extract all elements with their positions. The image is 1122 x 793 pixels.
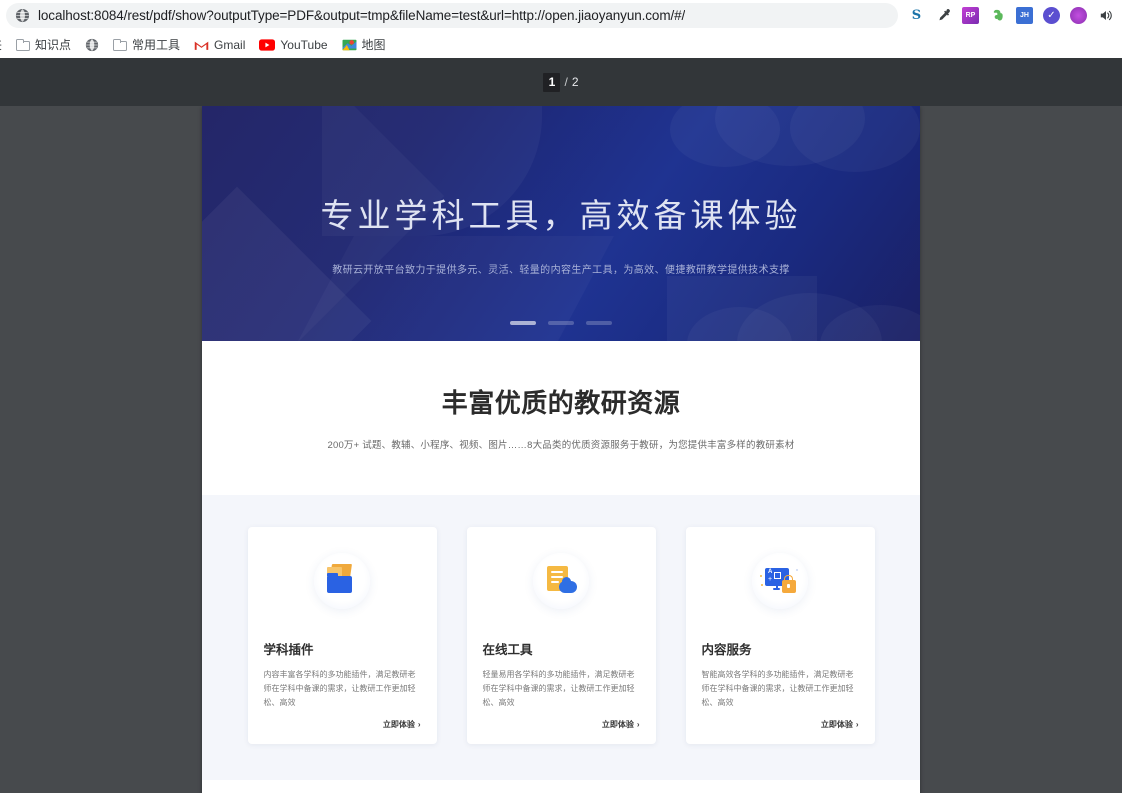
rp-extension-icon[interactable]: RP: [962, 7, 979, 24]
bookmark-label: 常用工具: [132, 38, 181, 52]
card-cta-label: 立即体验: [601, 720, 634, 730]
extension-toolbar: S RP JH ✓: [904, 7, 1114, 24]
pdf-page-1: 专业学科工具，高效备课体验 教研云开放平台致力于提供多元、灵活、轻量的内容生产工…: [202, 106, 920, 793]
evernote-icon[interactable]: [989, 7, 1006, 24]
hero-subtitle: 教研云开放平台致力于提供多元、灵活、轻量的内容生产工具，为高效、便捷教研教学提供…: [332, 265, 790, 276]
youtube-icon: [259, 38, 276, 51]
s-logo-icon[interactable]: S: [908, 7, 925, 24]
gmail-icon: [194, 41, 209, 50]
jh-extension-icon[interactable]: JH: [1016, 7, 1033, 24]
bookmark-item-youtube[interactable]: YouTube: [259, 37, 328, 52]
bookmarks-bar: 夹 知识点 常用工具 Gmail: [0, 31, 1122, 58]
pdf-scroll-area[interactable]: 专业学科工具，高效备课体验 教研云开放平台致力于提供多元、灵活、轻量的内容生产工…: [0, 106, 1122, 793]
page-indicator: 1 / 2: [543, 72, 579, 92]
page-number-input[interactable]: 1: [543, 72, 561, 92]
card-description: 智能高效各学科的多功能插件，满足教研老师在学科中备课的需求，让教研工作更加轻松、…: [701, 670, 854, 707]
carousel-dot-3[interactable]: [586, 321, 612, 325]
feature-card-online-tools[interactable]: 在线工具 轻量易用各学科的多功能插件，满足教研老师在学科中备课的需求，让教研工作…: [466, 527, 656, 745]
bookmark-item-zhishidian[interactable]: 知识点: [16, 36, 71, 53]
card-cta-link[interactable]: 立即体验 ›: [383, 719, 421, 730]
chevron-right-icon: ›: [636, 720, 640, 730]
document-cloud-icon: [533, 553, 589, 609]
bookmark-label: Gmail: [214, 37, 246, 52]
card-title: 在线工具: [482, 643, 533, 657]
bookmark-item-ditu[interactable]: 地图: [342, 36, 386, 53]
card-description: 内容丰富各学科的多功能插件，满足教研老师在学科中备课的需求，让教研工作更加轻松、…: [263, 670, 416, 707]
volume-icon[interactable]: [1097, 7, 1114, 24]
check-badge-icon[interactable]: ✓: [1043, 7, 1060, 24]
bookmark-item-gmail[interactable]: Gmail: [194, 38, 245, 52]
hero-banner: 专业学科工具，高效备课体验 教研云开放平台致力于提供多元、灵活、轻量的内容生产工…: [202, 106, 920, 341]
folder-icon: [16, 38, 31, 51]
address-bar[interactable]: localhost:8084/rest/pdf/show?outputType=…: [6, 3, 898, 28]
bookmark-label: YouTube: [280, 37, 328, 52]
folder-documents-icon: [314, 553, 370, 609]
bookmark-label: 夹: [0, 36, 2, 53]
bookmark-item-partial[interactable]: 夹: [0, 36, 2, 53]
carousel-dot-1[interactable]: [510, 321, 536, 325]
card-description: 轻量易用各学科的多功能插件，满足教研老师在学科中备课的需求，让教研工作更加轻松、…: [482, 670, 635, 707]
card-cta-label: 立即体验: [382, 720, 415, 730]
bookmark-label: 知识点: [35, 38, 72, 52]
feature-card-plugins[interactable]: 学科插件 内容丰富各学科的多功能插件，满足教研老师在学科中备课的需求，让教研工作…: [247, 527, 437, 745]
carousel-dot-2[interactable]: [548, 321, 574, 325]
pdf-viewer: 1 / 2 专业学科工具，高效备课体验 教研云开放平台致力于提供多元、灵活、轻量…: [0, 58, 1122, 793]
feature-card-content-service[interactable]: A + 内容服务 智能高效各学科的多功能插件，满足教研老师在学科中备课的需求，让…: [685, 527, 875, 745]
eyedropper-icon[interactable]: [935, 7, 952, 24]
bookmark-label: 地图: [361, 38, 386, 52]
address-bar-text: localhost:8084/rest/pdf/show?outputType=…: [38, 8, 686, 23]
purple-circle-icon[interactable]: [1070, 7, 1087, 24]
card-cta-label: 立即体验: [820, 720, 853, 730]
omnibox-row: localhost:8084/rest/pdf/show?outputType=…: [0, 0, 1122, 31]
card-title: 学科插件: [263, 643, 314, 657]
plugin-section: 便捷实用的学科插件 借助数学公式编辑器，可以轻松编辑各种复杂的 LaTeX 公式…: [202, 780, 920, 793]
feature-cards-section: 学科插件 内容丰富各学科的多功能插件，满足教研老师在学科中备课的需求，让教研工作…: [202, 495, 920, 781]
page-separator: /: [564, 75, 568, 89]
chevron-right-icon: ›: [417, 720, 421, 730]
pdf-toolbar: 1 / 2: [0, 58, 1122, 106]
browser-chrome: localhost:8084/rest/pdf/show?outputType=…: [0, 0, 1122, 58]
google-maps-icon: [342, 39, 357, 50]
globe-icon: [85, 38, 99, 51]
resource-section: 丰富优质的教研资源 200万+ 试题、教辅、小程序、视频、图片……8大品类的优质…: [202, 341, 920, 495]
carousel-indicators[interactable]: [510, 321, 612, 325]
bookmark-item-changyonggongju[interactable]: 常用工具: [113, 36, 180, 53]
globe-icon: [15, 8, 30, 23]
page-total: 2: [571, 75, 579, 89]
card-cta-link[interactable]: 立即体验 ›: [602, 719, 640, 730]
resource-section-subtitle: 200万+ 试题、教辅、小程序、视频、图片……8大品类的优质资源服务于教研，为您…: [327, 440, 795, 451]
chevron-right-icon: ›: [855, 720, 859, 730]
folder-icon: [113, 38, 128, 51]
card-title: 内容服务: [701, 643, 752, 657]
browser-window: localhost:8084/rest/pdf/show?outputType=…: [0, 0, 1122, 793]
hero-title: 专业学科工具，高效备课体验: [320, 196, 802, 235]
card-cta-link[interactable]: 立即体验 ›: [821, 719, 859, 730]
bookmark-item-globe[interactable]: [85, 38, 99, 52]
resource-section-title: 丰富优质的教研资源: [441, 388, 681, 418]
screen-lock-icon: A +: [752, 553, 808, 609]
